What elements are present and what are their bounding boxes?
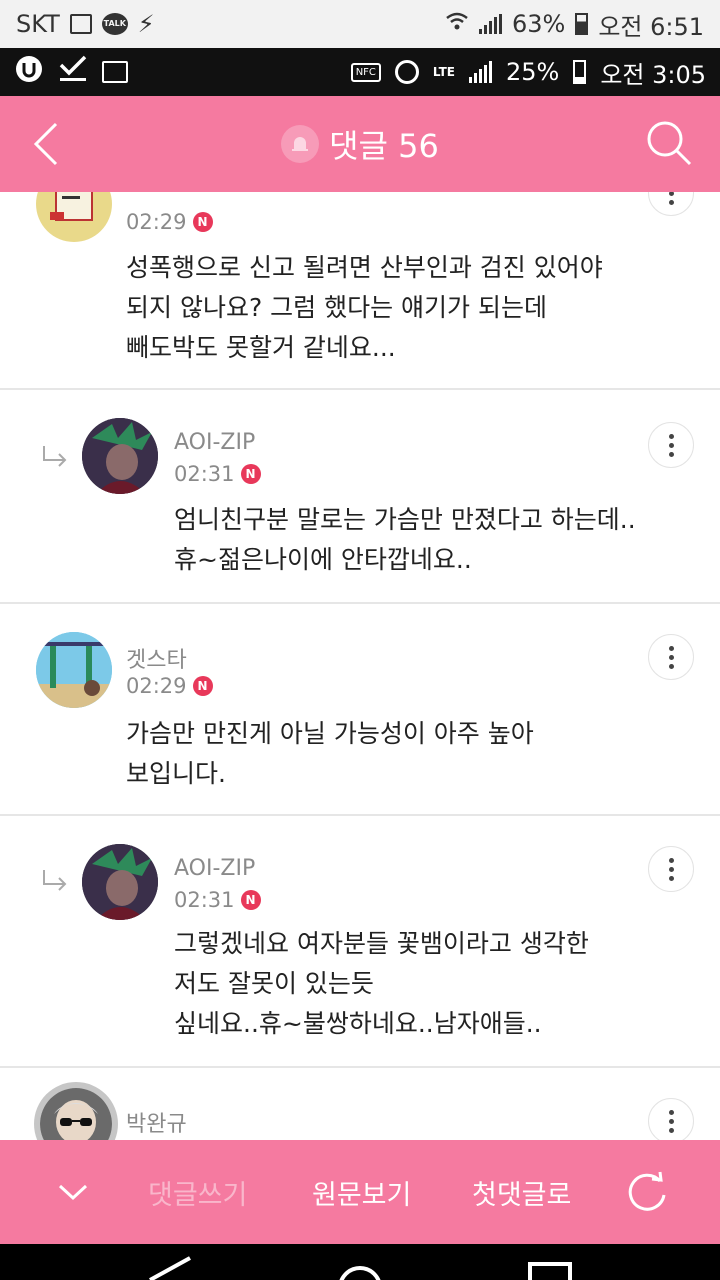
back-button[interactable] bbox=[28, 120, 68, 168]
gallery-notification-icon bbox=[69, 14, 92, 34]
comment-time: 02:29 N bbox=[126, 674, 213, 698]
battery-icon bbox=[575, 13, 589, 35]
first-comment-button[interactable]: 첫댓글로 bbox=[472, 1140, 571, 1244]
avatar[interactable] bbox=[82, 418, 158, 494]
image-notification-icon bbox=[102, 61, 128, 83]
comment-author: 박완규 bbox=[126, 1112, 187, 1137]
signal-icon bbox=[478, 14, 502, 34]
home-nav-icon[interactable] bbox=[339, 1266, 381, 1280]
view-original-button[interactable]: 원문보기 bbox=[312, 1140, 411, 1244]
back-nav-icon[interactable] bbox=[149, 1256, 191, 1280]
app-header: 댓글 56 bbox=[0, 96, 720, 192]
more-options-button[interactable] bbox=[648, 846, 694, 892]
chevron-down-icon bbox=[58, 1184, 88, 1201]
alarm-icon bbox=[394, 60, 419, 84]
battery-percent: 25% bbox=[505, 58, 560, 86]
new-badge: N bbox=[192, 676, 213, 696]
system-nav-bar bbox=[0, 1244, 720, 1280]
comment-item: 겟스타 02:29 N 가슴만 만진게 아닐 가능성이 아주 높아 보입니다. bbox=[0, 606, 720, 816]
more-options-button[interactable] bbox=[648, 192, 694, 216]
carrier-label: SKT bbox=[16, 10, 60, 38]
outer-status-bar: SKT TALK ⚡ 63% 오전 6:51 bbox=[0, 0, 720, 48]
more-options-button[interactable] bbox=[648, 422, 694, 468]
title-text: 댓글 56 bbox=[329, 127, 439, 165]
battery-percent: 63% bbox=[511, 10, 566, 38]
refresh-button[interactable] bbox=[624, 1140, 670, 1244]
signal-icon bbox=[468, 61, 492, 83]
write-comment-button[interactable]: 댓글쓰기 bbox=[148, 1140, 247, 1244]
avatar[interactable] bbox=[82, 844, 158, 920]
new-badge: N bbox=[240, 890, 261, 910]
battery-icon bbox=[573, 60, 587, 84]
page-title: 댓글 56 bbox=[281, 121, 439, 167]
download-check-icon bbox=[58, 55, 88, 89]
comment-item: 02:29 N 성폭행으로 신고 될려면 산부인과 검진 있어야 되지 않나요?… bbox=[0, 192, 720, 390]
comment-time: 02:29 N bbox=[126, 210, 213, 234]
more-options-button[interactable] bbox=[648, 1098, 694, 1142]
wifi-icon bbox=[445, 10, 469, 38]
comment-author: AOI-ZIP bbox=[174, 856, 256, 881]
app-logo-icon bbox=[14, 54, 44, 90]
recents-nav-icon[interactable] bbox=[528, 1262, 572, 1280]
bell-icon[interactable] bbox=[281, 125, 320, 163]
avatar[interactable] bbox=[36, 632, 112, 708]
comment-time: 02:31 N bbox=[174, 888, 261, 912]
comment-time: 02:31 N bbox=[174, 462, 261, 486]
comment-body: 가슴만 만진게 아닐 가능성이 아주 높아 보입니다. bbox=[126, 719, 534, 788]
kakaotalk-notification-icon: TALK bbox=[101, 13, 128, 35]
comment-list[interactable]: 02:29 N 성폭행으로 신고 될려면 산부인과 검진 있어야 되지 않나요?… bbox=[0, 192, 720, 1142]
nfc-icon: NFC bbox=[350, 62, 381, 82]
new-badge: N bbox=[192, 212, 213, 232]
clock: 오전 6:51 bbox=[598, 12, 704, 41]
app-notification-icon: ⚡ bbox=[137, 10, 155, 38]
lte-label: LTE bbox=[432, 65, 455, 79]
collapse-button[interactable] bbox=[56, 1140, 90, 1244]
clock: 오전 3:05 bbox=[600, 60, 706, 89]
comment-body: 그렇겠네요 여자분들 꽃뱀이라고 생각한 저도 잘못이 있는듯 싶네요..휴~불… bbox=[174, 929, 589, 1038]
inner-status-bar: NFC LTE 25% 오전 3:05 bbox=[0, 48, 720, 96]
bottom-toolbar: 댓글쓰기 원문보기 첫댓글로 bbox=[0, 1140, 720, 1244]
new-badge: N bbox=[240, 464, 261, 484]
search-button[interactable] bbox=[644, 118, 694, 168]
reply-arrow-icon bbox=[43, 446, 67, 467]
refresh-icon bbox=[628, 1171, 666, 1211]
chevron-left-icon bbox=[33, 122, 58, 166]
reply-item: AOI-ZIP 02:31 N 그렇겠네요 여자분들 꽃뱀이라고 생각한 저도 … bbox=[0, 818, 720, 1068]
comment-body: 성폭행으로 신고 될려면 산부인과 검진 있어야 되지 않나요? 그럼 했다는 … bbox=[126, 253, 603, 362]
comment-author: 겟스타 bbox=[126, 648, 187, 673]
comment-author: AOI-ZIP bbox=[174, 430, 256, 455]
comment-body: 엄니친구분 말로는 가슴만 만졌다고 하는데.. 휴~젊은나이에 안타깝네요.. bbox=[174, 505, 636, 574]
more-options-button[interactable] bbox=[648, 634, 694, 680]
avatar[interactable] bbox=[36, 192, 112, 242]
reply-item: AOI-ZIP 02:31 N 엄니친구분 말로는 가슴만 만졌다고 하는데..… bbox=[0, 392, 720, 604]
reply-arrow-icon bbox=[43, 870, 67, 891]
search-icon bbox=[647, 121, 692, 166]
